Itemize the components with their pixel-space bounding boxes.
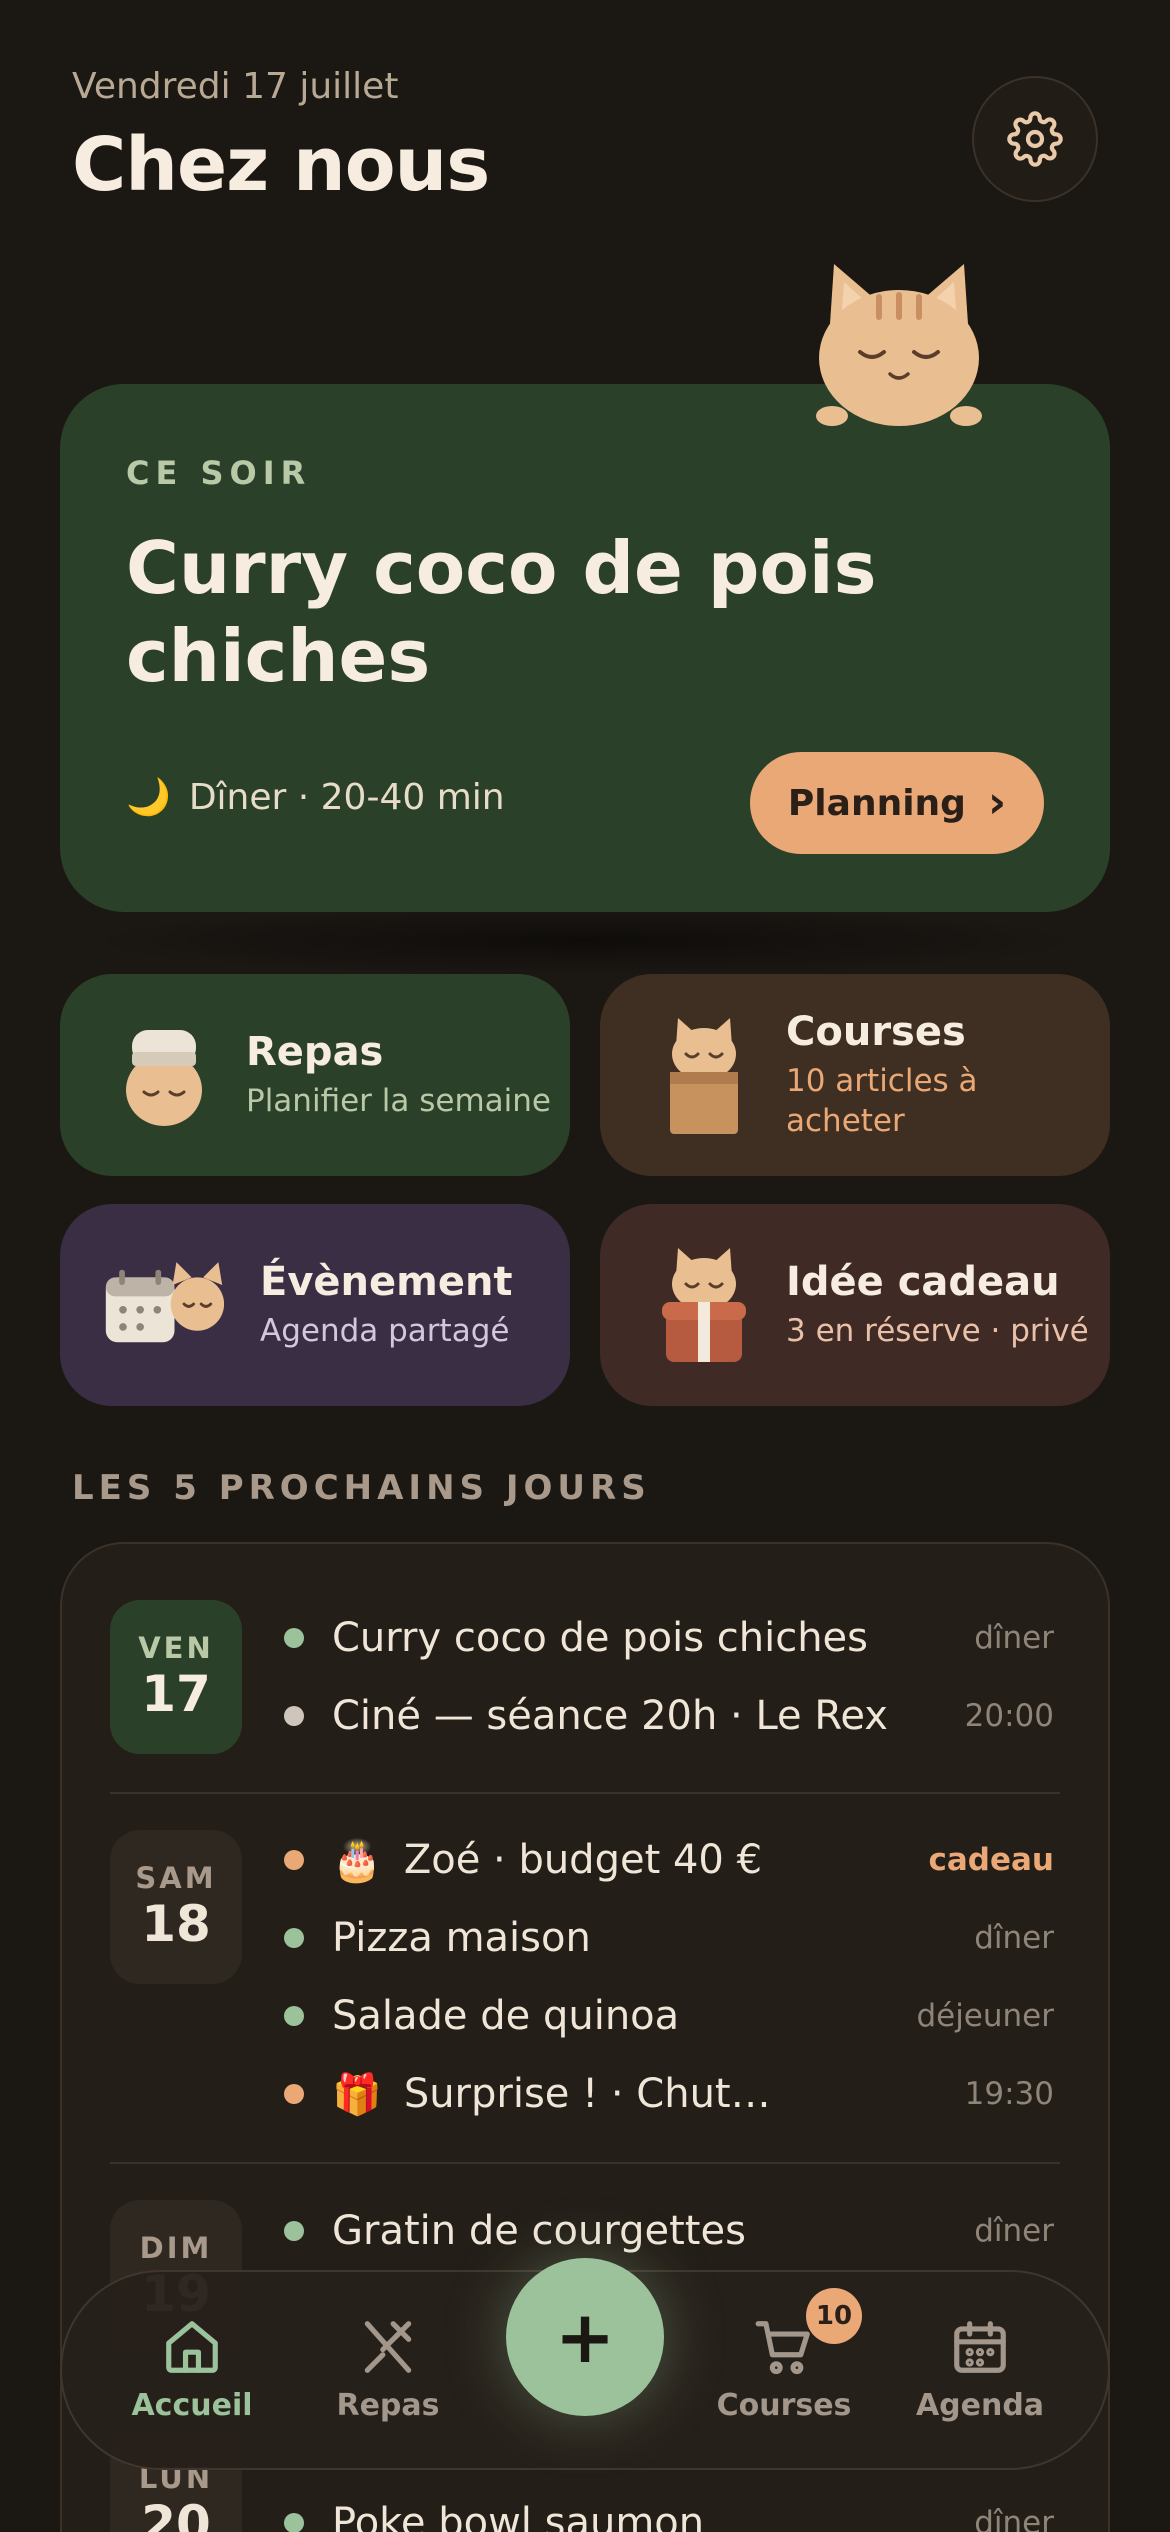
tile-subtitle: Agenda partagé <box>260 1313 510 1349</box>
add-button[interactable]: + <box>506 2258 664 2416</box>
divider <box>110 1792 1060 1794</box>
tile-subtitle: Planifier la semaine <box>246 1083 551 1119</box>
day-number: 17 <box>141 1665 211 1723</box>
status-dot <box>284 2084 304 2104</box>
status-dot <box>284 1850 304 1870</box>
calendar-icon <box>954 2321 1006 2373</box>
status-dot <box>284 2513 304 2532</box>
day-entries: 🎂 Zoé · budget 40 € cadeau Pizza maison … <box>284 1821 1054 2133</box>
day-number: 20 <box>141 2495 211 2532</box>
cake-icon: 🎂 <box>332 1837 382 1884</box>
header-date: Vendredi 17 juillet <box>72 66 399 107</box>
entry-text: Salade de quinoa <box>332 1993 680 2039</box>
list-item[interactable]: Poke bowl saumon dîner <box>284 2484 1054 2532</box>
tile-subtitle: 3 en réserve · privé <box>786 1313 1089 1349</box>
day-name: VEN <box>138 1631 214 1665</box>
list-item[interactable]: Salade de quinoa déjeuner <box>284 1977 1054 2055</box>
list-item[interactable]: Curry coco de pois chiches dîner <box>284 1599 1054 1677</box>
nav-label: Courses <box>716 2388 852 2423</box>
gift-cat-icon <box>662 1248 746 1362</box>
status-dot <box>284 1628 304 1648</box>
hero-meta: 🌙 Dîner · 20-40 min <box>126 776 505 819</box>
nav-item-accueil[interactable]: Accueil <box>102 2316 282 2423</box>
nav-item-repas[interactable]: Repas <box>298 2316 478 2423</box>
list-item[interactable]: Ciné — séance 20h · Le Rex 20:00 <box>284 1677 1054 1755</box>
entry-tag: dîner <box>974 1620 1054 1656</box>
courses-count-badge: 10 <box>806 2288 862 2344</box>
entry-text: Gratin de courgettes <box>332 2208 746 2254</box>
tile-title: Repas <box>246 1029 384 1075</box>
entry-text: Ciné — séance 20h · Le Rex <box>332 1693 888 1739</box>
tile-repas[interactable]: Repas Planifier la semaine <box>60 974 570 1176</box>
status-dot <box>284 1706 304 1726</box>
list-item[interactable]: 🎁 Surprise ! · Chut… 19:30 <box>284 2055 1054 2133</box>
hero-label: CE SOIR <box>126 454 312 492</box>
chevron-right-icon: › <box>987 777 1007 828</box>
day-number: 18 <box>141 1895 211 1953</box>
tile-title: Courses <box>786 1009 966 1055</box>
plus-icon: + <box>554 2295 616 2379</box>
nav-item-agenda[interactable]: Agenda <box>890 2316 1070 2423</box>
hero-shadow <box>80 906 1090 976</box>
cat-mascot-icon <box>816 264 982 426</box>
page-title: Chez nous <box>72 122 490 208</box>
list-item[interactable]: 🎂 Zoé · budget 40 € cadeau <box>284 1821 1054 1899</box>
day-badge: VEN 17 <box>110 1600 242 1754</box>
entry-text: Pizza maison <box>332 1915 591 1961</box>
list-item[interactable]: Gratin de courgettes dîner <box>284 2192 1054 2270</box>
day-entries: Poke bowl saumon dîner <box>284 2484 1054 2532</box>
entry-tag: dîner <box>974 2213 1054 2249</box>
entry-tag: dîner <box>974 2505 1054 2532</box>
calendar-cat-icon <box>105 1262 225 1343</box>
cart-icon <box>755 2321 810 2375</box>
entry-text: Surprise ! · Chut… <box>403 2071 771 2117</box>
tile-idee-cadeau[interactable]: Idée cadeau 3 en réserve · privé <box>600 1204 1110 1406</box>
entry-text: Curry coco de pois chiches <box>332 1615 868 1661</box>
day-entries: Curry coco de pois chiches dîner Ciné — … <box>284 1599 1054 1755</box>
gift-icon: 🎁 <box>332 2071 382 2118</box>
bag-cat-icon <box>670 1018 738 1134</box>
day-name: DIM <box>139 2231 213 2265</box>
chef-cat-icon <box>126 1030 202 1126</box>
section-title: LES 5 PROCHAINS JOURS <box>72 1468 651 1508</box>
planning-button[interactable]: Planning › <box>750 752 1044 854</box>
hero-meta-text: Dîner · 20-40 min <box>188 776 505 818</box>
entry-tag: 20:00 <box>964 1698 1054 1734</box>
status-dot <box>284 2006 304 2026</box>
day-name: SAM <box>135 1861 217 1895</box>
tile-courses[interactable]: Courses 10 articles à acheter <box>600 974 1110 1176</box>
tile-subtitle: 10 articles à acheter <box>786 1063 978 1139</box>
hero-title: Curry coco de pois chiches <box>126 526 877 698</box>
entry-text: Zoé · budget 40 € <box>403 1837 763 1883</box>
settings-button[interactable] <box>972 76 1098 202</box>
tonight-card[interactable]: CE SOIR Curry coco de pois chiches 🌙 Dîn… <box>60 384 1110 912</box>
divider <box>110 2162 1060 2164</box>
entry-tag: dîner <box>974 1920 1054 1956</box>
entry-tag: déjeuner <box>916 1998 1054 2034</box>
nav-label: Agenda <box>915 2388 1045 2423</box>
tile-evenement[interactable]: Évènement Agenda partagé <box>60 1204 570 1406</box>
tile-title: Idée cadeau <box>786 1259 1060 1305</box>
day-entries: Gratin de courgettes dîner <box>284 2192 1054 2270</box>
tile-title: Évènement <box>260 1259 513 1305</box>
home-icon <box>166 2321 218 2373</box>
entry-tag: cadeau <box>928 1842 1055 1878</box>
utensils-icon <box>364 2321 412 2373</box>
planning-button-label: Planning <box>787 782 966 824</box>
entry-tag: 19:30 <box>964 2076 1054 2112</box>
list-item[interactable]: Pizza maison dîner <box>284 1899 1054 1977</box>
moon-icon: 🌙 <box>126 777 171 818</box>
day-badge: SAM 18 <box>110 1830 242 1984</box>
status-dot <box>284 1928 304 1948</box>
nav-label: Repas <box>336 2388 440 2423</box>
gear-icon <box>1007 111 1063 167</box>
nav-label: Accueil <box>131 2388 253 2423</box>
status-dot <box>284 2221 304 2241</box>
entry-text: Poke bowl saumon <box>332 2500 705 2532</box>
